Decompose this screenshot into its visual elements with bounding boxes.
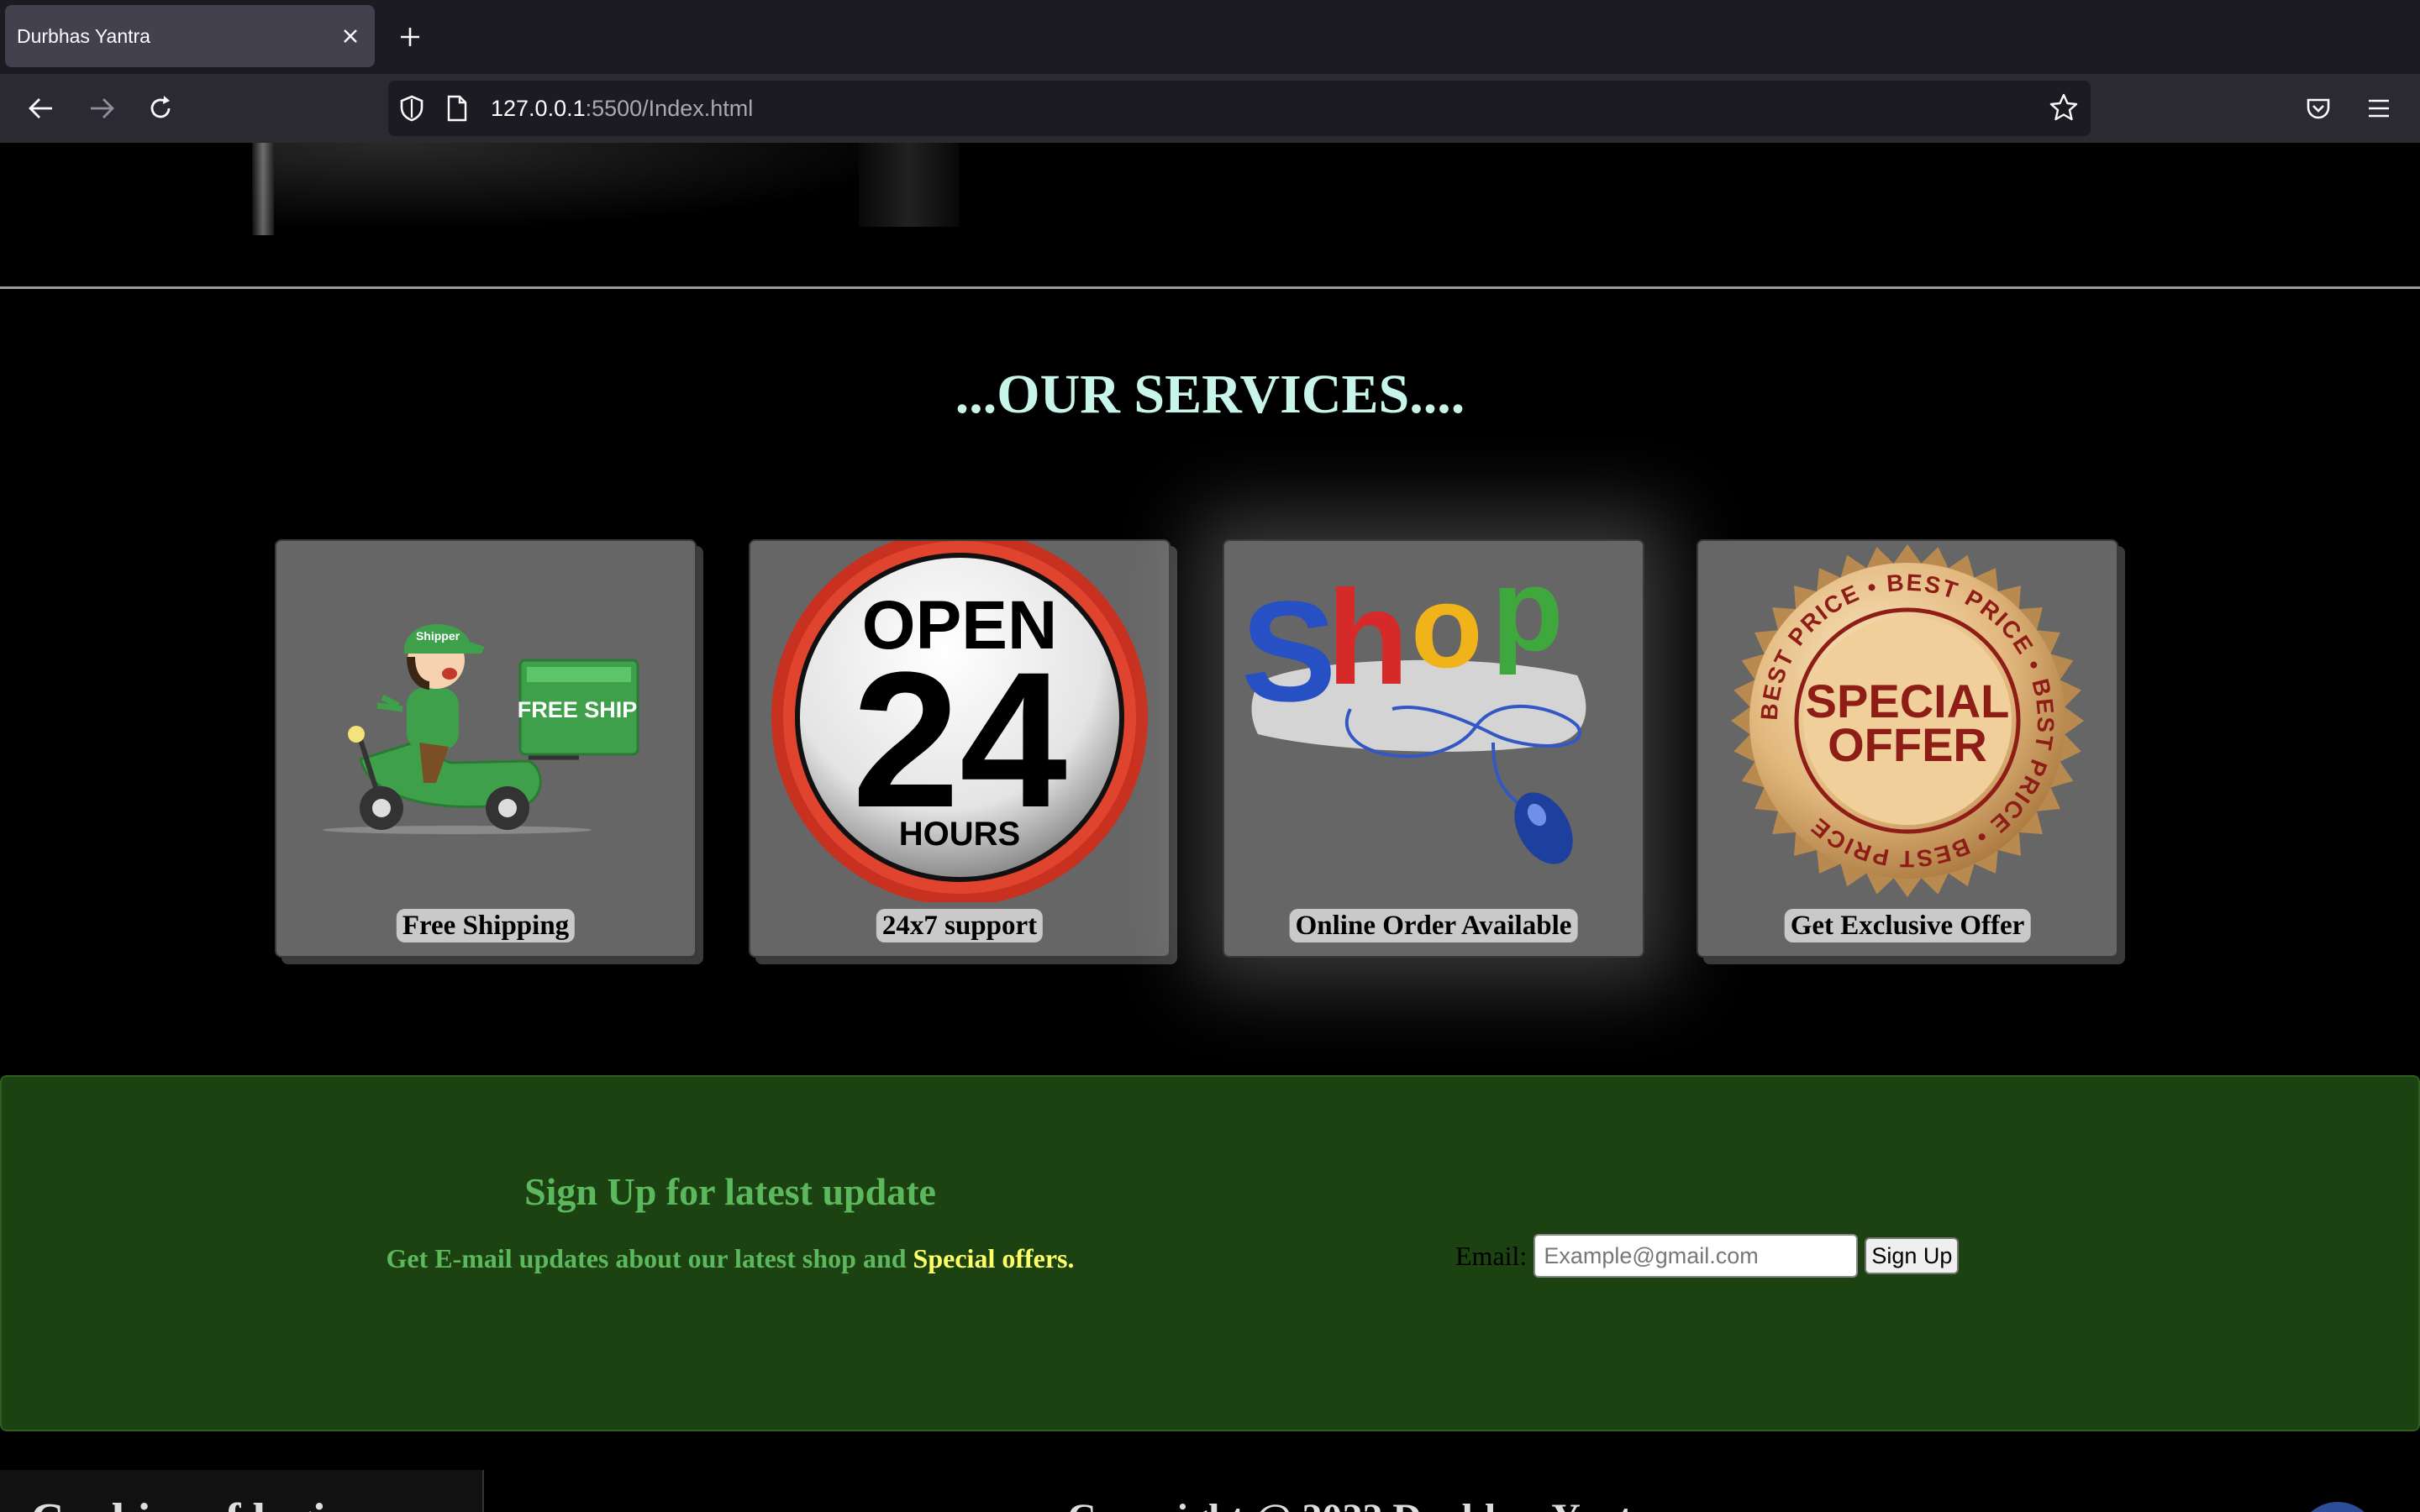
service-card-exclusive-offer[interactable]: BEST PRICE • BEST PRICE • BEST PRICE • B… [1697,539,2118,958]
free-shipping-image: FREE SHIP Shipper [276,541,695,902]
pocket-icon[interactable] [2301,91,2336,126]
card-label: Get Exclusive Offer [1784,909,2031,942]
url-path: :5500/Index.html [585,96,754,121]
url-text[interactable]: 127.0.0.1:5500/Index.html [491,81,753,136]
hero-shadow [859,143,960,227]
card-label: Free Shipping [396,909,576,942]
menu-icon[interactable] [2361,91,2396,126]
service-card-online-order[interactable]: S h o p Online Order Available [1223,539,1644,958]
hours-text: HOURS [899,816,1020,853]
services-title: ...OUR SERVICES.... [955,364,1465,425]
url-host: 127.0.0.1 [491,96,586,121]
offer-text: OFFER [1828,718,1987,771]
service-card-support[interactable]: OPEN 24 HOURS 24x7 support [749,529,1171,958]
page-info-icon[interactable] [445,94,469,127]
service-card-free-shipping[interactable]: FREE SHIP Shipper Free Shipping [275,539,697,958]
free-ship-text: FREE SHIP [518,697,638,722]
shop-letter-o: o [1411,560,1483,692]
signup-title: Sign Up for latest update [524,1170,936,1213]
email-input[interactable] [1534,1234,1859,1278]
browser-tab-strip: Durbhas Yantra [0,0,2420,74]
new-tab-icon[interactable] [395,22,425,52]
signup-section: Sign Up for latest update Get E-mail upd… [0,1075,2420,1431]
email-form: Email: Sign Up [1455,1232,1960,1279]
tab-title: Durbhas Yantra [17,25,150,47]
forward-arrow-icon[interactable] [84,91,119,126]
shop-letter-h: h [1327,562,1409,712]
url-bar[interactable]: 127.0.0.1:5500/Index.html [388,81,2091,136]
back-arrow-icon[interactable] [24,91,59,126]
signup-subtitle-text: Get E-mail updates about our latest shop… [386,1243,913,1273]
footer-copyright: Copyright @ 2022 Durbhas Yantra [1067,1495,1670,1512]
card-label: Online Order Available [1289,909,1578,942]
hero-image-strip [0,143,2420,287]
signup-subtitle: Get E-mail updates about our latest shop… [2,1243,1459,1274]
browser-tab[interactable]: Durbhas Yantra [5,5,375,67]
cap-text: Shipper [416,629,460,643]
signup-button[interactable]: Sign Up [1865,1237,1960,1274]
shop-letter-s: S [1241,572,1336,732]
card-label: 24x7 support [876,909,1044,942]
open-24-hours-image: OPEN 24 HOURS [750,529,1169,906]
footer-left-heading: Cookies of login [30,1494,352,1512]
web-page: ...OUR SERVICES.... FREE SHIP Shipper Fr… [0,143,2420,1512]
footer-round-button[interactable] [2297,1502,2378,1512]
divider [0,286,2420,289]
reload-icon[interactable] [143,91,178,126]
email-label: Email: [1455,1240,1528,1271]
hero-highlight [252,143,274,235]
tab-close-icon[interactable] [338,24,363,49]
special-offers-highlight: Special offers. [913,1243,1075,1273]
shield-icon[interactable] [398,94,425,127]
browser-toolbar: 127.0.0.1:5500/Index.html [0,74,2420,143]
shop-letter-p: p [1491,543,1564,675]
bookmark-star-icon[interactable] [2049,92,2079,127]
special-offer-badge-image: BEST PRICE • BEST PRICE • BEST PRICE • B… [1698,541,2117,902]
shop-image: S h o p [1224,541,1643,902]
